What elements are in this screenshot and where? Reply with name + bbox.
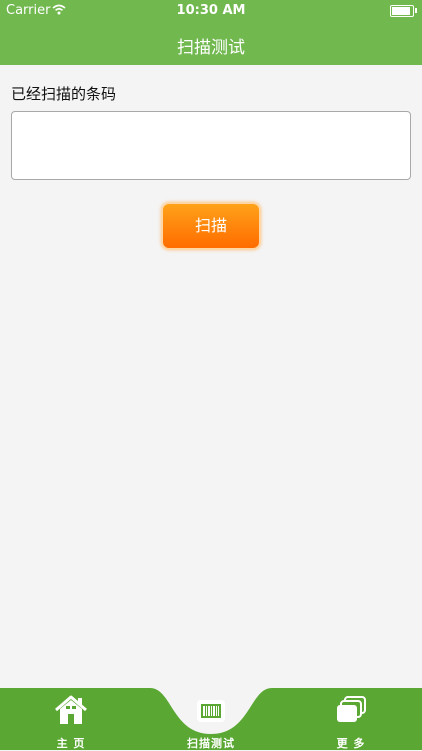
more-icon (331, 692, 371, 732)
tab-more-label: 更 多 (336, 737, 366, 750)
page-title: 扫描测试 (177, 38, 245, 58)
battery-tip (415, 8, 417, 13)
status-time: 10:30 AM (176, 3, 246, 18)
battery-icon (390, 5, 414, 17)
tab-scan-test-label: 扫描测试 (187, 737, 235, 750)
tab-more[interactable]: 更 多 (310, 688, 392, 750)
barcode-icon (191, 692, 231, 732)
scan-button[interactable]: 扫描 (161, 202, 261, 250)
status-bar: Carrier 10:30 AM (0, 0, 422, 22)
tab-scan-test[interactable]: 扫描测试 (170, 688, 252, 750)
tab-home-label: 主 页 (56, 737, 86, 750)
scanned-barcodes-label: 已经扫描的条码 (11, 85, 117, 103)
tab-home[interactable]: 主 页 (30, 688, 112, 750)
scanned-barcode-field[interactable] (11, 111, 411, 180)
app-header: Carrier 10:30 AM 扫描测试 (0, 0, 422, 65)
home-icon (51, 692, 91, 732)
tab-bar: 主 页 扫描测试 更 多 (0, 688, 422, 750)
